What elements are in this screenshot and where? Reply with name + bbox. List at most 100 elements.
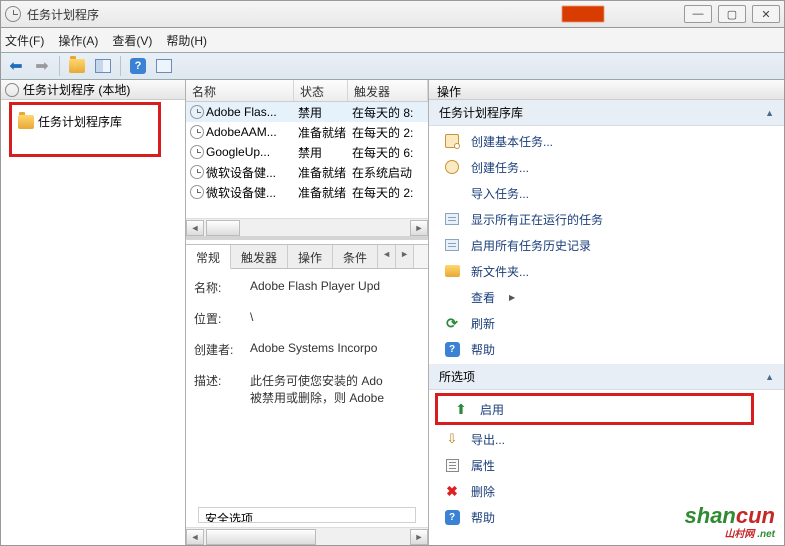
app-icon [5,6,21,22]
close-button[interactable]: ✕ [752,5,780,23]
chevron-right-icon: ▶ [509,293,515,302]
separator [59,56,60,76]
task-rows: Adobe Flas... 禁用 在每天的 8: AdobeAAM... 准备就… [186,102,428,218]
tab-triggers[interactable]: 触发器 [231,245,288,268]
pane-left-icon [95,59,111,73]
section-library[interactable]: 任务计划程序库 ▲ [429,100,784,126]
folder-icon [445,265,460,277]
task-status: 准备就绪 [294,184,348,201]
location-label: 位置: [194,310,250,327]
action-new-folder[interactable]: 新文件夹... [429,258,784,284]
titlebar: 任务计划程序 — ▢ ✕ [0,0,785,28]
action-refresh[interactable]: ⟳刷新 [429,310,784,336]
scroll-right-button[interactable]: ► [410,529,428,545]
scroll-right-button[interactable]: ► [410,220,428,236]
task-trigger: 在每天的 2: [348,124,428,141]
help-icon: ? [130,58,146,74]
task-row[interactable]: 微软设备健... 准备就绪 在每天的 2: [186,182,428,202]
highlight-annotation: ⬆启用 [435,393,754,425]
task-status: 禁用 [294,104,348,121]
action-properties[interactable]: 属性 [429,452,784,478]
highlight-annotation: 任务计划程序库 [9,102,161,157]
action-list-1: 创建基本任务... 创建任务... 导入任务... 显示所有正在运行的任务 启用… [429,126,784,364]
task-trigger: 在每天的 2: [348,184,428,201]
section-selected[interactable]: 所选项 ▲ [429,364,784,390]
tab-actions[interactable]: 操作 [288,245,333,268]
tab-scroll-right[interactable]: ► [396,245,414,268]
detail-hscrollbar[interactable]: ◄ ► [186,527,428,545]
tab-conditions[interactable]: 条件 [333,245,378,268]
col-status[interactable]: 状态 [294,80,348,101]
task-trigger: 在每天的 8: [348,104,428,121]
menu-help[interactable]: 帮助(H) [166,32,207,49]
clock-icon [445,160,459,174]
task-trigger: 在每天的 6: [348,144,428,161]
description-label: 描述: [194,372,250,406]
task-trigger: 在系统启动 [348,164,428,181]
name-label: 名称: [194,279,250,296]
tree-item-label: 任务计划程序库 [38,113,122,130]
tree-item-library[interactable]: 任务计划程序库 [16,111,154,132]
minimize-button[interactable]: — [684,5,712,23]
folder-icon [18,115,34,129]
col-trigger[interactable]: 触发器 [348,80,428,101]
export-icon: ⇩ [443,430,461,448]
back-button[interactable]: ⬅ [5,55,27,77]
action-enable[interactable]: ⬆启用 [438,396,751,422]
task-name: 微软设备健... [206,184,276,201]
task-name: Adobe Flas... [206,105,277,119]
action-show-running[interactable]: 显示所有正在运行的任务 [429,206,784,232]
maximize-button[interactable]: ▢ [718,5,746,23]
task-status: 准备就绪 [294,124,348,141]
tree-root-label: 任务计划程序 (本地) [23,81,130,98]
main-area: 任务计划程序 (本地) 任务计划程序库 名称 状态 触发器 Adobe Flas… [0,80,785,546]
action-create-task[interactable]: 创建任务... [429,154,784,180]
description-value: 此任务可使您安装的 Ado 被禁用或删除，则 Adobe [250,372,420,406]
detail-body: 名称:Adobe Flash Player Upd 位置:\ 创建者:Adobe… [186,269,428,527]
task-row[interactable]: 微软设备健... 准备就绪 在系统启动 [186,162,428,182]
tab-scroll-left[interactable]: ◄ [378,245,396,268]
up-folder-button[interactable]: ↑ [66,55,88,77]
forward-button: ➡ [31,55,53,77]
clock-icon [190,185,204,199]
clock-icon [190,125,204,139]
menu-view[interactable]: 查看(V) [112,32,152,49]
scroll-thumb[interactable] [206,220,240,236]
tab-general[interactable]: 常规 [186,245,231,269]
action-delete[interactable]: ✖删除 [429,478,784,504]
arrow-right-icon: ➡ [35,56,48,76]
col-name[interactable]: 名称 [186,80,294,101]
view-icon [443,288,461,306]
section-label: 所选项 [439,368,475,385]
action-help[interactable]: ?帮助 [429,336,784,362]
window-title: 任务计划程序 [27,6,562,23]
scroll-thumb[interactable] [206,529,316,545]
delete-icon: ✖ [443,482,461,500]
enable-icon: ⬆ [452,400,470,418]
menu-file[interactable]: 文件(F) [5,32,44,49]
watermark: shancun 山村网 .net [685,503,775,540]
task-row[interactable]: GoogleUp... 禁用 在每天的 6: [186,142,428,162]
detail-pane: 常规 触发器 操作 条件 ◄ ► 名称:Adobe Flash Player U… [186,244,428,545]
menubar: 文件(F) 操作(A) 查看(V) 帮助(H) [0,28,785,52]
action-import[interactable]: 导入任务... [429,180,784,206]
menu-action[interactable]: 操作(A) [58,32,98,49]
pane1-button[interactable] [92,55,114,77]
actions-panel: 操作 任务计划程序库 ▲ 创建基本任务... 创建任务... 导入任务... 显… [429,80,784,545]
action-view[interactable]: 查看▶ [429,284,784,310]
scroll-left-button[interactable]: ◄ [186,529,204,545]
scroll-left-button[interactable]: ◄ [186,220,204,236]
help-icon: ? [445,342,460,357]
hscrollbar[interactable]: ◄ ► [186,218,428,236]
tree-root[interactable]: 任务计划程序 (本地) [1,80,185,100]
action-enable-history[interactable]: 启用所有任务历史记录 [429,232,784,258]
task-row[interactable]: AdobeAAM... 准备就绪 在每天的 2: [186,122,428,142]
task-row[interactable]: Adobe Flas... 禁用 在每天的 8: [186,102,428,122]
pane2-button[interactable] [153,55,175,77]
collapse-icon: ▲ [765,372,774,382]
clock-icon [190,165,204,179]
action-create-basic[interactable]: 创建基本任务... [429,128,784,154]
help-button[interactable]: ? [127,55,149,77]
action-export[interactable]: ⇩导出... [429,426,784,452]
task-name: GoogleUp... [206,145,270,159]
